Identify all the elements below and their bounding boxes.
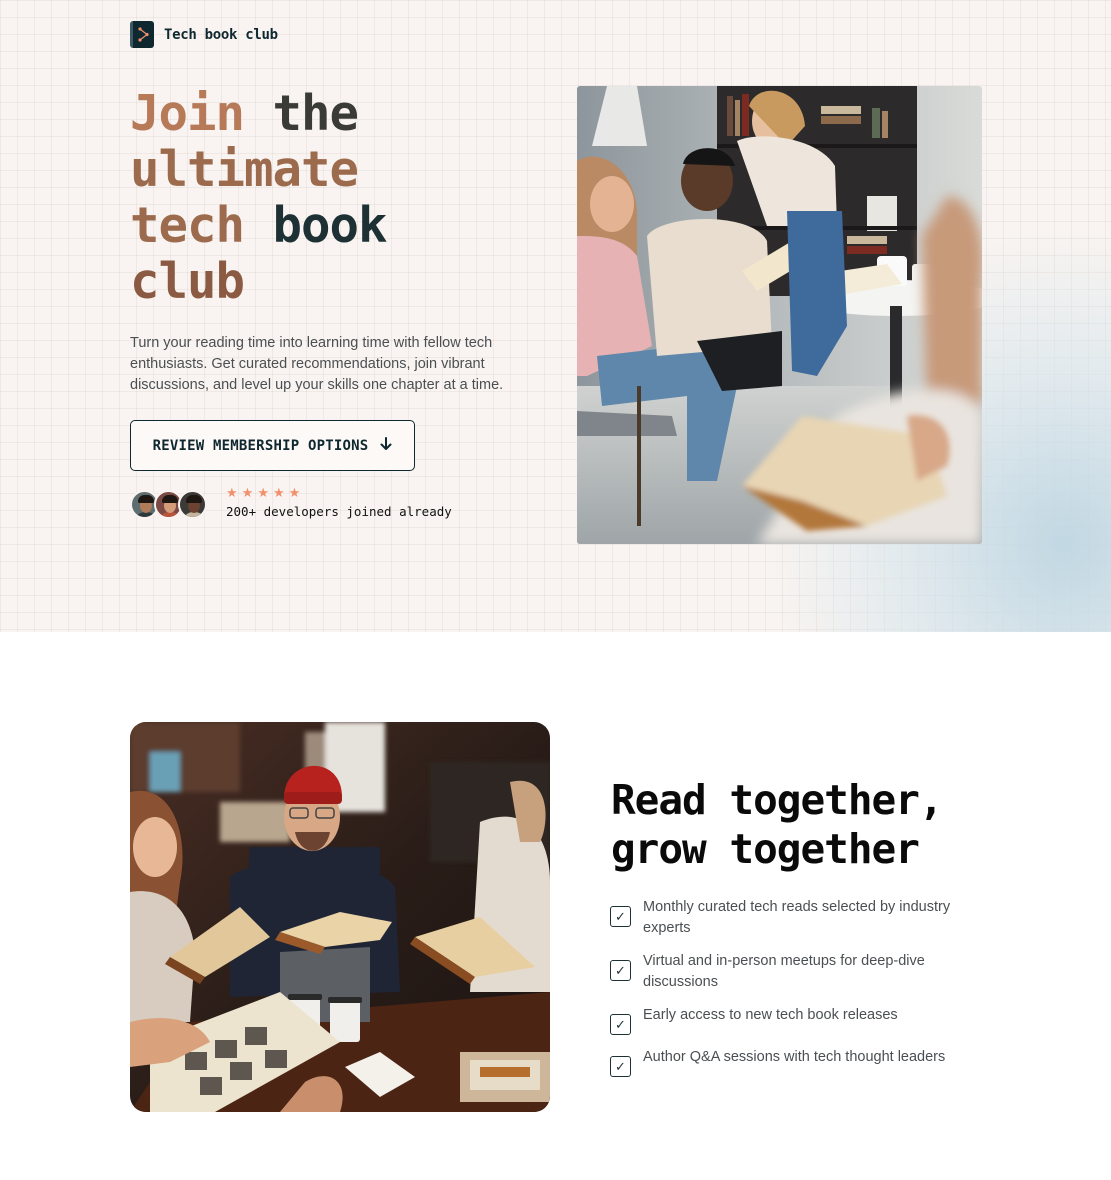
- list-item: ✓ Author Q&A sessions with tech thought …: [610, 1047, 970, 1077]
- hero-lead: Turn your reading time into learning tim…: [130, 335, 504, 393]
- checkbox-icon: ✓: [610, 1056, 631, 1077]
- avatar: [178, 490, 207, 519]
- star-icon: ★: [226, 485, 238, 500]
- features-title-line: grow together: [611, 825, 920, 873]
- rating-stars: ★ ★ ★ ★ ★: [226, 486, 452, 500]
- checkbox-icon: ✓: [610, 906, 631, 927]
- brand-name: Tech book club: [164, 26, 278, 43]
- member-avatars: [130, 490, 207, 519]
- brand[interactable]: Tech book club: [130, 21, 278, 48]
- star-icon: ★: [288, 485, 301, 500]
- headline-word: club: [130, 253, 245, 310]
- headline-word: ultimate: [130, 141, 359, 198]
- star-icon: ★: [272, 485, 285, 500]
- headline-word: Join: [130, 85, 245, 142]
- hero-photo: [577, 86, 982, 544]
- headline-word: tech: [130, 197, 245, 254]
- checkbox-icon: ✓: [610, 960, 631, 981]
- hero-headline: Join the ultimate tech book club: [130, 86, 550, 310]
- star-icon: ★: [257, 485, 269, 500]
- cta-label: REVIEW MEMBERSHIP OPTIONS: [152, 437, 369, 454]
- star-icon: ★: [241, 485, 254, 500]
- list-item: ✓ Monthly curated tech reads selected by…: [610, 897, 970, 939]
- list-item: ✓ Early access to new tech book releases: [610, 1005, 970, 1035]
- feature-photo: [130, 722, 550, 1112]
- benefits-list: ✓ Monthly curated tech reads selected by…: [610, 897, 970, 1089]
- features-title-line: Read together,: [611, 776, 944, 824]
- benefit-text: Author Q&A sessions with tech thought le…: [643, 1049, 946, 1065]
- benefit-text: Virtual and in-person meetups for deep-d…: [643, 953, 925, 990]
- hero-section: Tech book club Join the ultimate tech bo…: [0, 0, 1111, 632]
- headline-word: the: [272, 85, 360, 142]
- review-membership-button[interactable]: REVIEW MEMBERSHIP OPTIONS: [130, 420, 415, 471]
- arrow-down-icon: [380, 436, 392, 455]
- checkbox-icon: ✓: [610, 1014, 631, 1035]
- benefit-text: Early access to new tech book releases: [643, 1007, 898, 1023]
- social-proof-text: 200+ developers joined already: [226, 504, 452, 519]
- features-title: Read together, grow together: [611, 776, 1011, 874]
- list-item: ✓ Virtual and in-person meetups for deep…: [610, 951, 970, 993]
- benefit-text: Monthly curated tech reads selected by i…: [643, 899, 951, 936]
- headline-word: book: [272, 197, 388, 254]
- social-proof: ★ ★ ★ ★ ★ 200+ developers joined already: [130, 486, 452, 519]
- book-icon: [130, 21, 154, 48]
